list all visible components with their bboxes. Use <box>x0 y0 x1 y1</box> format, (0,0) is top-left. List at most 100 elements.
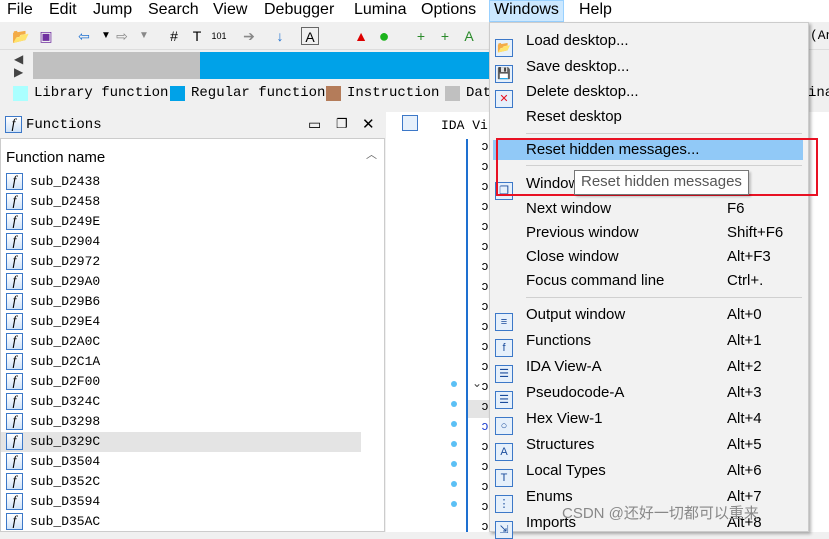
legend-swatch <box>13 86 28 101</box>
code-line-marker: ↄ <box>481 439 489 454</box>
column-header-function-name[interactable]: Function name <box>6 149 105 166</box>
nav-arrows-icon[interactable]: ◀ ▶ <box>14 53 23 79</box>
legend-label: Instruction <box>347 85 440 101</box>
scroll-up-icon[interactable]: ︿ <box>366 146 377 162</box>
function-row[interactable]: f sub_D3504 <box>1 452 361 472</box>
forward-dropdown-icon[interactable]: ▼ <box>135 27 153 45</box>
function-name: sub_D324C <box>30 394 101 409</box>
function-name: sub_D2438 <box>30 174 101 189</box>
function-row[interactable]: f sub_D3594 <box>1 492 361 512</box>
breakpoint-dot[interactable] <box>451 401 457 407</box>
restore-icon[interactable]: ❐ <box>336 116 348 132</box>
open-icon[interactable]: 📂 <box>12 27 30 45</box>
legend-swatch <box>170 86 185 101</box>
search-text-icon[interactable]: T <box>188 27 206 45</box>
menu-item-close-window[interactable]: Close window <box>526 248 619 265</box>
menu-item-local-types[interactable]: Local Types <box>526 462 606 479</box>
functions-panel-title: Functions <box>26 117 102 133</box>
function-row[interactable]: f sub_D2904 <box>1 232 361 252</box>
menu-item-reset-desktop[interactable]: Reset desktop <box>526 108 622 125</box>
menu-shortcut: F6 <box>727 200 745 217</box>
function-name: sub_D29E4 <box>30 314 101 329</box>
function-row[interactable]: f sub_D2458 <box>1 192 361 212</box>
menu-item-save-desktop[interactable]: Save desktop... <box>526 58 629 75</box>
make-data-icon[interactable]: + <box>436 27 454 45</box>
menu-item-pseudocode-a[interactable]: Pseudocode-A <box>526 384 624 401</box>
function-icon: f <box>6 333 23 350</box>
breakpoint-dot[interactable] <box>451 481 457 487</box>
menu-item-functions[interactable]: Functions <box>526 332 591 349</box>
function-row[interactable]: f sub_D2C1A <box>1 352 361 372</box>
function-name: sub_D3504 <box>30 454 101 469</box>
breakpoint-dot[interactable] <box>451 461 457 467</box>
menu-lumina[interactable]: Lumina <box>354 1 406 19</box>
maximize-icon[interactable]: ▭ <box>308 116 321 133</box>
menu-item-structures[interactable]: Structures <box>526 436 594 453</box>
code-line-marker: ↄ <box>481 199 489 214</box>
text-mode-icon[interactable]: A <box>301 27 319 45</box>
breakpoint-dot[interactable] <box>451 441 457 447</box>
function-row[interactable]: f sub_D2A0C <box>1 332 361 352</box>
function-row[interactable]: f sub_D29B6 <box>1 292 361 312</box>
search-hex-icon[interactable]: # <box>165 27 183 45</box>
menu-debugger[interactable]: Debugger <box>264 1 334 19</box>
forward-icon[interactable]: ⇨ <box>113 27 131 45</box>
collapse-chevron-icon[interactable]: ⌄ <box>472 376 482 390</box>
function-row[interactable]: f sub_D352C <box>1 472 361 492</box>
menu-item-delete-desktop[interactable]: Delete desktop... <box>526 83 639 100</box>
code-line-marker: ↄ <box>481 319 489 334</box>
function-row[interactable]: f sub_D29A0 <box>1 272 361 292</box>
menu-item-focus-command-line[interactable]: Focus command line <box>526 272 664 289</box>
function-row[interactable]: f sub_D2F00 <box>1 372 361 392</box>
function-row[interactable]: f sub_D2972 <box>1 252 361 272</box>
search-binary-icon[interactable]: 101 <box>210 27 228 45</box>
code-line-marker: ↄ <box>481 459 489 474</box>
close-icon[interactable]: ✕ <box>362 115 375 133</box>
menu-view[interactable]: View <box>213 1 247 19</box>
menu-item-load-desktop[interactable]: Load desktop... <box>526 32 629 49</box>
function-row[interactable]: f sub_D35AC <box>1 512 361 532</box>
imports-icon: ⇲ <box>495 521 513 539</box>
function-row[interactable]: f sub_D249E <box>1 212 361 232</box>
menu-item-next-window[interactable]: Next window <box>526 200 611 217</box>
menu-help[interactable]: Help <box>579 1 612 19</box>
function-icon: f <box>6 273 23 290</box>
code-line-marker: ↄ <box>481 499 489 514</box>
save-icon[interactable]: ▣ <box>37 27 55 45</box>
menu-jump[interactable]: Jump <box>93 1 132 19</box>
function-name: sub_D2904 <box>30 234 101 249</box>
tab-ida-view[interactable]: IDA Vi <box>441 118 488 133</box>
make-string-icon[interactable]: A <box>460 27 478 45</box>
menu-shortcut: Alt+F3 <box>727 248 771 265</box>
menu-options[interactable]: Options <box>421 1 476 19</box>
legend-label: Regular function <box>191 85 326 101</box>
function-row[interactable]: f sub_D3298 <box>1 412 361 432</box>
warning-icon[interactable]: ▲ <box>352 27 370 45</box>
function-name: sub_D2C1A <box>30 354 101 369</box>
function-row[interactable]: f sub_D2438 <box>1 172 361 192</box>
enums-icon: ⋮ <box>495 495 513 513</box>
menu-file[interactable]: File <box>7 1 33 19</box>
menu-shortcut: Alt+2 <box>727 358 762 375</box>
jump-down-icon[interactable]: ↓ <box>271 27 289 45</box>
search-next-icon[interactable]: ➔ <box>240 27 258 45</box>
breakpoint-dot[interactable] <box>451 501 457 507</box>
menu-search[interactable]: Search <box>148 1 199 19</box>
function-row[interactable]: f sub_D29E4 <box>1 312 361 332</box>
function-row[interactable]: f sub_D324C <box>1 392 361 412</box>
breakpoint-dot[interactable] <box>451 381 457 387</box>
function-name: sub_D3594 <box>30 494 101 509</box>
menu-windows[interactable]: Windows <box>489 0 564 22</box>
functions-icon: f <box>495 339 513 357</box>
menu-item-output-window[interactable]: Output window <box>526 306 625 323</box>
menu-item-previous-window[interactable]: Previous window <box>526 224 639 241</box>
breakpoint-dot[interactable] <box>451 421 457 427</box>
make-code-icon[interactable]: + <box>412 27 430 45</box>
back-icon[interactable]: ⇦ <box>75 27 93 45</box>
function-row[interactable]: f sub_D329C <box>1 432 361 452</box>
menu-item-ida-view-a[interactable]: IDA View-A <box>526 358 602 375</box>
structures-icon: A <box>495 443 513 461</box>
run-icon[interactable]: ● <box>375 27 393 45</box>
menu-edit[interactable]: Edit <box>49 1 77 19</box>
menu-item-hex-view-1[interactable]: Hex View-1 <box>526 410 602 427</box>
